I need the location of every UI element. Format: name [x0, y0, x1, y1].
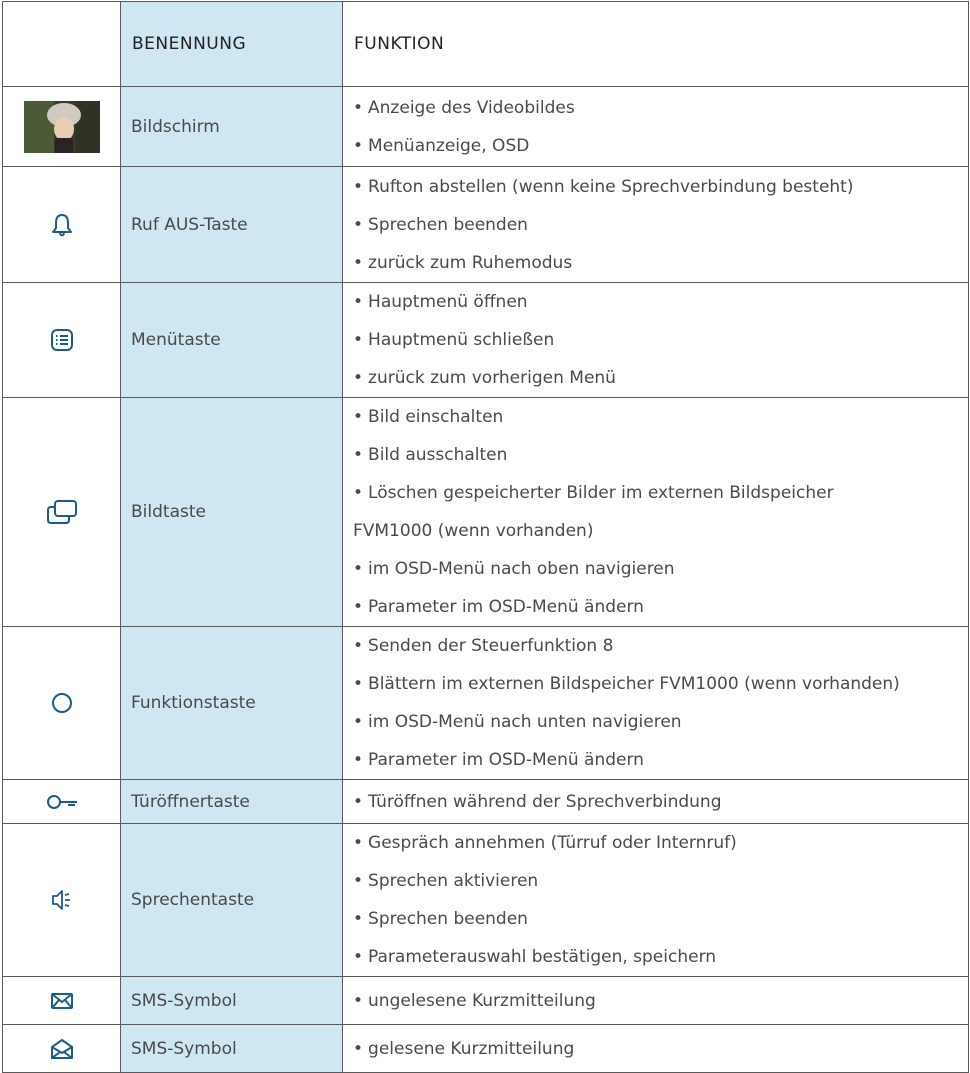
- icon-cell: [2, 1024, 121, 1073]
- row-name: SMS-Symbol: [120, 1024, 343, 1073]
- header-name: BENENNUNG: [120, 1, 343, 87]
- header-function: FUNKTION: [342, 1, 969, 87]
- row-functions: • ungelesene Kurzmitteilung: [342, 976, 969, 1025]
- function-item: zurück zum Ruhemodus: [368, 252, 573, 273]
- function-item: Sprechen aktivieren: [368, 871, 539, 891]
- table-row: Funktionstaste • Senden der Steuerfunktio…: [2, 626, 969, 780]
- function-item: Senden der Steuerfunktion 8: [368, 636, 614, 656]
- icon-cell: [2, 86, 121, 167]
- row-name: Menütaste: [120, 282, 343, 398]
- envelope-open-icon: [50, 1038, 73, 1059]
- icon-cell: [2, 976, 121, 1025]
- table-row: Bildtaste • Bild einschalten • Bild aussch…: [2, 397, 969, 627]
- row-functions: • Türöffnen während der Sprechverbindung: [342, 779, 969, 824]
- icon-cell: [2, 166, 121, 283]
- table-header-row: BENENNUNG FUNKTION: [2, 1, 969, 87]
- function-item: im OSD-Menü nach oben navigieren: [368, 559, 675, 579]
- table-row: Ruf AUS-Taste • Rufton abstellen (wenn ke…: [2, 166, 969, 283]
- stacked-screens-icon: [46, 500, 77, 524]
- table-row: Türöffnertaste • Türöffnen während der Sp…: [2, 779, 969, 824]
- function-item: Sprechen beenden: [368, 909, 528, 929]
- function-item: Sprechen beenden: [368, 214, 528, 235]
- function-item: Anzeige des Videobildes: [368, 97, 575, 118]
- function-item: ungelesene Kurzmitteilung: [368, 990, 596, 1011]
- key-icon: [46, 795, 77, 810]
- row-functions: • Anzeige des Videobildes • Menüanzeige, O…: [342, 86, 969, 167]
- bell-icon: [51, 213, 72, 236]
- row-functions: • Bild einschalten • Bild ausschalten • Lös…: [342, 397, 969, 627]
- function-item: Blättern im externen Bildspeicher FVM100…: [368, 674, 900, 694]
- row-functions: • Senden der Steuerfunktion 8 • Blättern i…: [342, 626, 969, 780]
- row-name: Ruf AUS-Taste: [120, 166, 343, 283]
- function-item: Türöffnen während der Sprechverbindung: [368, 791, 722, 812]
- envelope-closed-icon: [50, 993, 73, 1010]
- function-item: Menüanzeige, OSD: [368, 135, 530, 156]
- table-row: Sprechentaste • Gespräch annehmen (Türruf…: [2, 823, 969, 977]
- icon-cell: [2, 779, 121, 824]
- header-icon-cell: [2, 1, 121, 87]
- function-item: Hauptmenü öffnen: [368, 292, 528, 312]
- icon-cell: [2, 282, 121, 398]
- table-row: SMS-Symbol • gelesene Kurzmitteilung: [2, 1024, 969, 1073]
- row-functions: • Hauptmenü öffnen • Hauptmenü schließen •…: [342, 282, 969, 398]
- function-item: Parameterauswahl bestätigen, speichern: [368, 947, 717, 967]
- row-name: Bildschirm: [120, 86, 343, 167]
- function-item: Bild einschalten: [368, 407, 504, 427]
- row-name: SMS-Symbol: [120, 976, 343, 1025]
- menu-list-icon: [50, 329, 73, 351]
- function-item: Gespräch annehmen (Türruf oder Internruf…: [368, 833, 737, 853]
- icon-cell: [2, 397, 121, 627]
- function-item: Parameter im OSD-Menü ändern: [368, 750, 644, 770]
- row-functions: • Gespräch annehmen (Türruf oder Internru…: [342, 823, 969, 977]
- function-item: Parameter im OSD-Menü ändern: [368, 597, 644, 617]
- row-name: Bildtaste: [120, 397, 343, 627]
- function-item: zurück zum vorherigen Menü: [368, 368, 616, 388]
- function-table: BENENNUNG FUNKTION Bildschirm • Anzeige d…: [2, 1, 969, 1073]
- row-name: Funktionstaste: [120, 626, 343, 780]
- icon-cell: [2, 626, 121, 780]
- function-item: Löschen gespeicherter Bilder im externen…: [368, 483, 834, 503]
- function-item: Bild ausschalten: [368, 445, 508, 465]
- circle-icon: [51, 693, 72, 713]
- function-item: im OSD-Menü nach unten navigieren: [368, 712, 682, 732]
- table-row: SMS-Symbol • ungelesene Kurzmitteilung: [2, 976, 969, 1025]
- table-row: Menütaste • Hauptmenü öffnen • Hauptmenü s…: [2, 282, 969, 398]
- icon-cell: [2, 823, 121, 977]
- video-screen-image: [23, 100, 100, 153]
- function-item: Rufton abstellen (wenn keine Sprechverbi…: [368, 176, 854, 197]
- row-name: Türöffnertaste: [120, 779, 343, 824]
- function-item: gelesene Kurzmitteilung: [368, 1038, 575, 1059]
- speaker-icon: [51, 890, 70, 910]
- function-item: Hauptmenü schließen: [368, 330, 555, 350]
- row-functions: • gelesene Kurzmitteilung: [342, 1024, 969, 1073]
- row-name: Sprechentaste: [120, 823, 343, 977]
- function-item-continuation: FVM1000 (wenn vorhanden): [353, 521, 594, 541]
- row-functions: • Rufton abstellen (wenn keine Sprechverb…: [342, 166, 969, 283]
- table-row: Bildschirm • Anzeige des Videobildes • Men…: [2, 86, 969, 167]
